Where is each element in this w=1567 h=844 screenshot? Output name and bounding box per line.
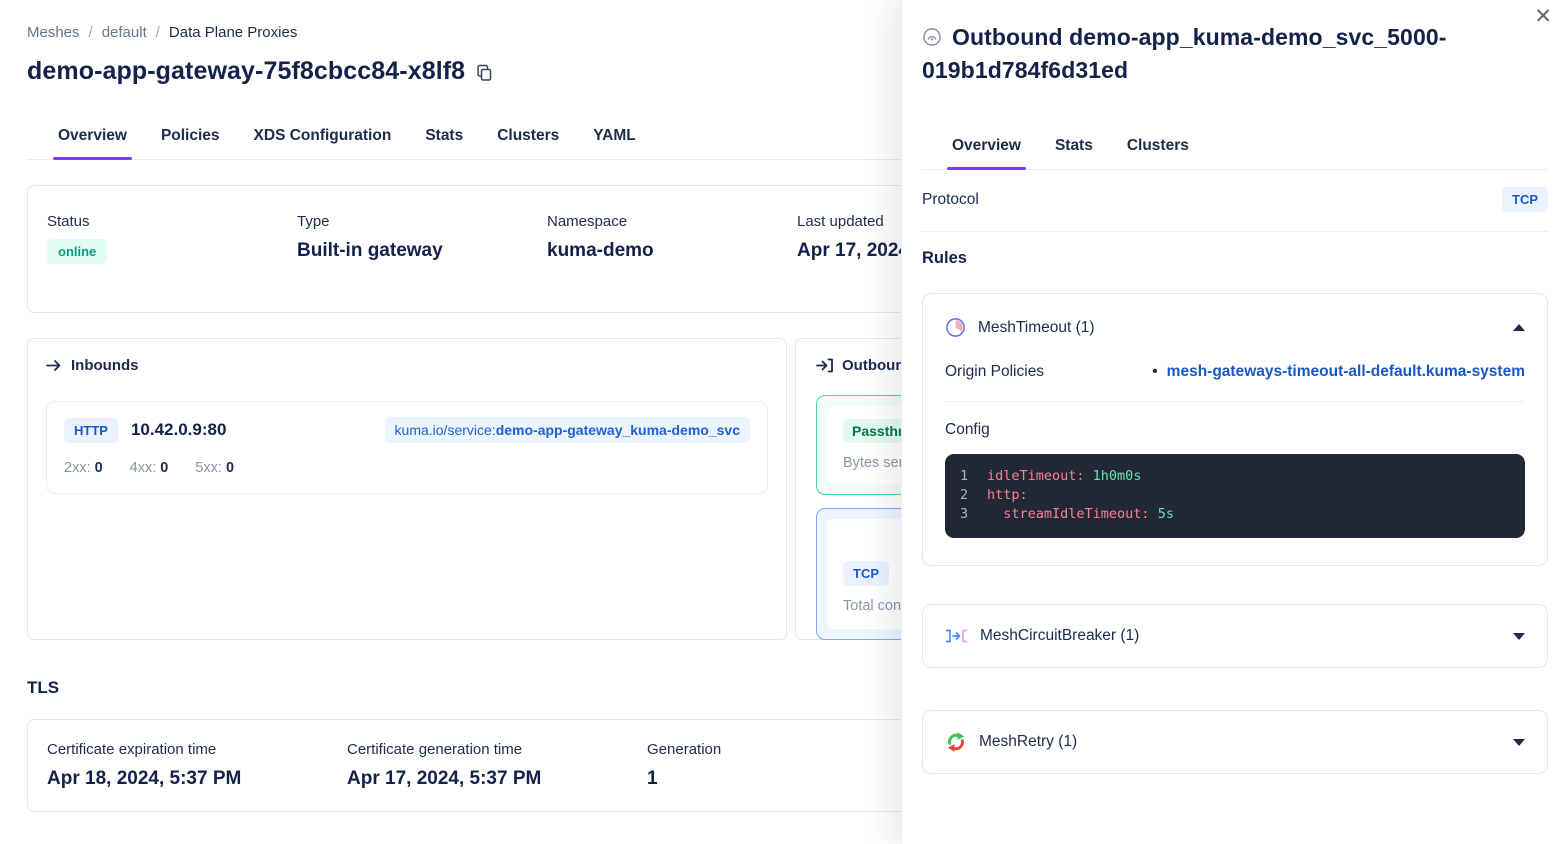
- rule-title: MeshRetry (1): [979, 733, 1077, 751]
- field-namespace: Namespace kuma-demo: [547, 213, 797, 312]
- inbound-item: HTTP 10.42.0.9:80 kuma.io/service:demo-a…: [46, 401, 768, 494]
- close-icon[interactable]: ✕: [1530, 2, 1556, 31]
- connection-icon: [922, 24, 942, 55]
- meshtimeout-header[interactable]: MeshTimeout (1): [945, 317, 1525, 338]
- field-label: Certificate generation time: [347, 741, 647, 758]
- inbound-address: 10.42.0.9:80: [131, 420, 226, 440]
- config-label: Config: [945, 421, 1525, 439]
- code-line: 1idleTimeout: 1h0m0s: [960, 467, 1511, 486]
- protocol-badge: TCP: [843, 561, 889, 586]
- drawer-tab-overview[interactable]: Overview: [935, 127, 1038, 169]
- tab-policies[interactable]: Policies: [144, 115, 237, 159]
- page-title: demo-app-gateway-75f8cbcc84-x8lf8: [27, 57, 465, 86]
- field-label: Type: [297, 213, 547, 230]
- tab-stats[interactable]: Stats: [408, 115, 480, 159]
- breadcrumb-data-plane-proxies[interactable]: Data Plane Proxies: [169, 24, 297, 41]
- field-label: Namespace: [547, 213, 797, 230]
- retry-icon: [945, 731, 967, 753]
- field-type: Type Built-in gateway: [297, 213, 547, 312]
- app-root: Meshes / default / Data Plane Proxies de…: [0, 0, 1567, 844]
- bullet: •: [1152, 363, 1157, 381]
- rule-card-meshcircuitbreaker[interactable]: MeshCircuitBreaker (1): [922, 604, 1548, 668]
- chevron-down-icon[interactable]: [1513, 633, 1525, 640]
- protocol-badge: HTTP: [64, 418, 118, 443]
- field-value: Apr 18, 2024, 5:37 PM: [47, 768, 347, 790]
- protocol-badge: TCP: [1502, 187, 1548, 212]
- circuit-breaker-icon: [945, 627, 968, 645]
- stat-2xx: 2xx:0: [64, 460, 103, 476]
- inbounds-panel: Inbounds HTTP 10.42.0.9:80 kuma.io/servi…: [27, 338, 787, 640]
- field-cert-expiration: Certificate expiration time Apr 18, 2024…: [47, 741, 347, 811]
- drawer-tab-stats[interactable]: Stats: [1038, 127, 1110, 169]
- drawer-tab-clusters[interactable]: Clusters: [1110, 127, 1206, 169]
- stat-5xx: 5xx:0: [195, 460, 234, 476]
- breadcrumb-meshes[interactable]: Meshes: [27, 24, 80, 41]
- field-cert-generation: Certificate generation time Apr 17, 2024…: [347, 741, 647, 811]
- tab-overview[interactable]: Overview: [41, 115, 144, 159]
- protocol-row: Protocol TCP: [922, 170, 1548, 232]
- breadcrumb-separator: /: [89, 24, 93, 41]
- origin-policies-label: Origin Policies: [945, 363, 1044, 381]
- field-value: kuma-demo: [547, 240, 797, 262]
- tab-yaml[interactable]: YAML: [576, 115, 653, 159]
- field-value: Apr 17, 2024, 5:37 PM: [347, 768, 647, 790]
- inbounds-heading: Inbounds: [71, 357, 139, 374]
- field-label: Certificate expiration time: [47, 741, 347, 758]
- code-line: 3 streamIdleTimeout: 5s: [960, 505, 1511, 524]
- chevron-down-icon[interactable]: [1513, 739, 1525, 746]
- clock-icon: [945, 317, 966, 338]
- inbound-arrow-icon: [46, 359, 62, 372]
- service-tag[interactable]: kuma.io/service:demo-app-gateway_kuma-de…: [385, 417, 750, 443]
- rule-card-meshretry[interactable]: MeshRetry (1): [922, 710, 1548, 774]
- service-tag-value: demo-app-gateway_kuma-demo_svc: [496, 422, 740, 438]
- field-value: Built-in gateway: [297, 240, 547, 262]
- service-tag-key: kuma.io/service:: [395, 422, 496, 438]
- drawer-title: Outbound demo-app_kuma-demo_svc_5000-019…: [922, 22, 1548, 86]
- outbound-detail-drawer: ✕ Outbound demo-app_kuma-demo_svc_5000-0…: [901, 0, 1567, 844]
- origin-policies-row: Origin Policies • mesh-gateways-timeout-…: [945, 363, 1525, 402]
- chevron-up-icon[interactable]: [1513, 324, 1525, 331]
- config-code-block[interactable]: 1idleTimeout: 1h0m0s 2http: 3 streamIdle…: [945, 454, 1525, 538]
- field-label: Status: [47, 213, 297, 230]
- rule-title: MeshTimeout (1): [978, 319, 1095, 337]
- origin-policy-link[interactable]: mesh-gateways-timeout-all-default.kuma-s…: [1167, 363, 1525, 381]
- code-line: 2http:: [960, 486, 1511, 505]
- field-status: Status online: [47, 213, 297, 312]
- status-badge: online: [47, 239, 107, 264]
- tab-clusters[interactable]: Clusters: [480, 115, 576, 159]
- rule-title: MeshCircuitBreaker (1): [980, 627, 1139, 645]
- outbound-arrow-icon: [816, 358, 833, 373]
- breadcrumb-default[interactable]: default: [102, 24, 147, 41]
- tab-xds-configuration[interactable]: XDS Configuration: [237, 115, 409, 159]
- rule-card-meshtimeout: MeshTimeout (1) Origin Policies • mesh-g…: [922, 293, 1548, 566]
- drawer-tab-bar: Overview Stats Clusters: [922, 127, 1548, 170]
- copy-icon[interactable]: [476, 64, 493, 82]
- stat-4xx: 4xx:0: [130, 460, 169, 476]
- breadcrumb-separator: /: [156, 24, 160, 41]
- protocol-label: Protocol: [922, 191, 979, 209]
- rules-heading: Rules: [922, 249, 1548, 268]
